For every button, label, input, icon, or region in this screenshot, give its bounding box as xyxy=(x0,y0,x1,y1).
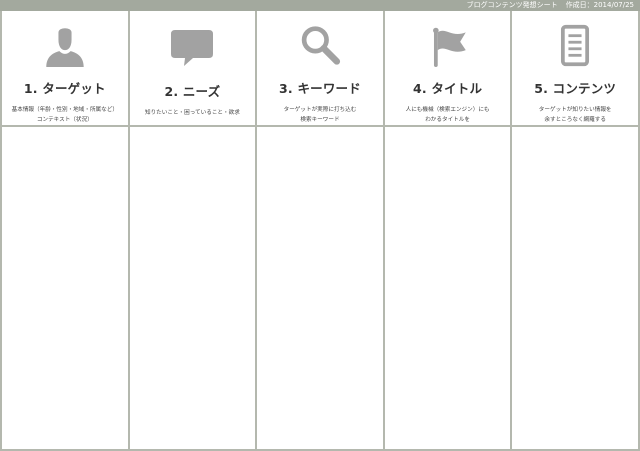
column-description: ターゲットが知りたい情報を 余すところなく網羅する xyxy=(538,107,612,123)
document-icon xyxy=(561,24,590,67)
column-input-area[interactable] xyxy=(385,127,511,449)
column-title: 2. ニーズ xyxy=(164,84,221,99)
column-header: 1. ターゲット 基本情報（年齢・性別・地域・所属など） コンテキスト（状況） xyxy=(2,11,128,127)
header-bar: ブログコンテンツ発想シート 作成日：2014/07/25 xyxy=(0,0,640,11)
column-header: 2. ニーズ 知りたいこと・困っていること・欲求 xyxy=(129,11,256,127)
column-title: 4. タイトル xyxy=(412,81,483,96)
column-header: 5. コンテンツ ターゲットが知りたい情報を 余すところなく網羅する xyxy=(512,11,638,127)
column-description: ターゲットが実際に打ち込む 検索キーワード xyxy=(283,107,357,123)
created-date: 2014/07/25 xyxy=(593,1,634,9)
speech-bubble-icon xyxy=(171,30,214,66)
column-input-area[interactable] xyxy=(512,127,638,449)
column-input-area[interactable] xyxy=(257,127,383,449)
column-title: 5. コンテンツ xyxy=(534,81,617,96)
column-target: 1. ターゲット 基本情報（年齢・性別・地域・所属など） コンテキスト（状況） xyxy=(2,11,130,449)
sheet-grid: 1. ターゲット 基本情報（年齢・性別・地域・所属など） コンテキスト（状況） 2… xyxy=(0,11,640,451)
column-header: 4. タイトル 人にも機械（検索エンジン）にも わかるタイトルを xyxy=(384,11,511,127)
sheet-title: ブログコンテンツ発想シート xyxy=(466,1,558,9)
column-input-area[interactable] xyxy=(2,127,128,449)
column-needs: 2. ニーズ 知りたいこと・困っていること・欲求 xyxy=(129,11,258,449)
created-label: 作成日： xyxy=(565,1,594,9)
column-title: 1. ターゲット xyxy=(23,81,106,96)
column-input-area[interactable] xyxy=(130,127,256,449)
column-header: 3. キーワード ターゲットが実際に打ち込む 検索キーワード xyxy=(257,11,383,127)
column-description: 基本情報（年齢・性別・地域・所属など） コンテキスト（状況） xyxy=(11,107,118,123)
column-title: 3. キーワード xyxy=(279,81,361,96)
column-description: 人にも機械（検索エンジン）にも わかるタイトルを xyxy=(405,107,490,123)
flag-icon xyxy=(432,27,466,67)
idea-sheet: ブログコンテンツ発想シート 作成日：2014/07/25 1. ターゲット 基本情… xyxy=(0,0,640,451)
person-icon xyxy=(46,28,84,67)
column-keyword: 3. キーワード ターゲットが実際に打ち込む 検索キーワード xyxy=(257,11,385,449)
search-icon xyxy=(301,26,341,65)
column-contents: 5. コンテンツ ターゲットが知りたい情報を 余すところなく網羅する xyxy=(512,11,638,449)
column-title-col: 4. タイトル 人にも機械（検索エンジン）にも わかるタイトルを xyxy=(384,11,513,449)
column-description: 知りたいこと・困っていること・欲求 xyxy=(144,110,240,116)
